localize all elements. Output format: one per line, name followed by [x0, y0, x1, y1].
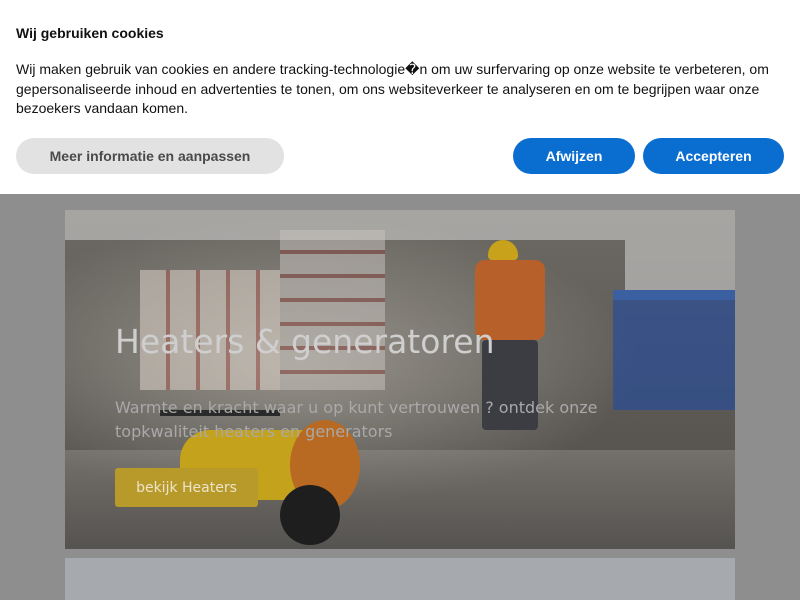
cookie-title: Wij gebruiken cookies [16, 25, 164, 41]
more-info-button[interactable]: Meer informatie en aanpassen [16, 138, 284, 174]
reject-button[interactable]: Afwijzen [513, 138, 635, 174]
worker-helmet [488, 240, 518, 260]
view-heaters-button[interactable]: bekijk Heaters [115, 468, 258, 507]
hero-scissor-lift-image [613, 290, 735, 410]
hero-shelf-image [280, 230, 385, 390]
hero-window [625, 240, 735, 290]
next-section [65, 558, 735, 600]
hero-subtitle: Warmte en kracht waar u op kunt vertrouw… [115, 398, 598, 441]
accept-button[interactable]: Accepteren [643, 138, 784, 174]
hero-title: Heaters & generatoren [115, 322, 495, 361]
cookie-banner: Wij gebruiken cookies Wij maken gebruik … [0, 0, 800, 194]
hero-window [65, 210, 735, 240]
hero-banner: Heaters & generatoren Warmte en kracht w… [65, 210, 735, 549]
heater-wheel [280, 485, 340, 545]
cookie-text: Wij maken gebruik van cookies en andere … [16, 61, 769, 116]
